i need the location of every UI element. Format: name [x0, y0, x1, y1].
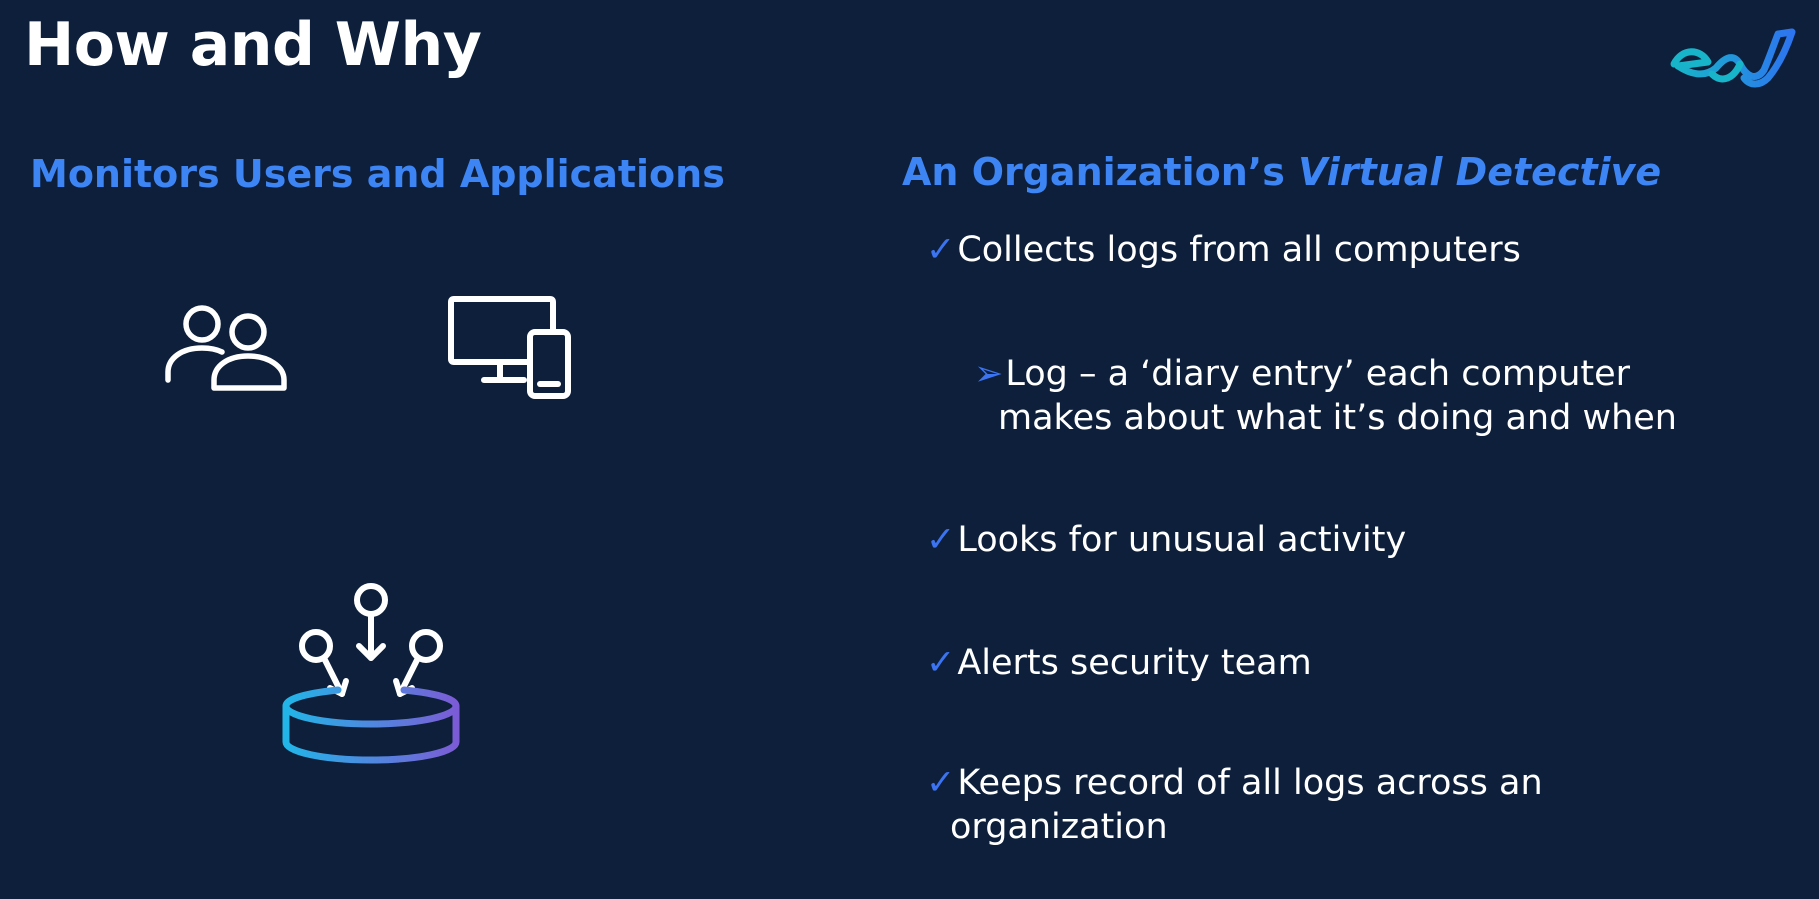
bullet-collects-logs: ✓Collects logs from all computers — [926, 228, 1521, 272]
bullet-text-continuation: makes about what it’s doing and when — [998, 398, 1677, 438]
right-heading: An Organization’s Virtual Detective — [902, 150, 1661, 194]
right-heading-prefix: An Organization’s — [902, 150, 1299, 194]
users-icon — [165, 305, 287, 391]
checkmark-icon: ✓ — [926, 763, 956, 803]
left-heading: Monitors Users and Applications — [30, 152, 725, 196]
bullet-text-continuation: organization — [950, 807, 1168, 847]
arrow-bullet-icon: ➢ — [974, 354, 1004, 394]
bullet-unusual-activity: ✓Looks for unusual activity — [926, 518, 1406, 562]
checkmark-icon: ✓ — [926, 520, 956, 560]
bullet-text: Keeps record of all logs across an — [957, 763, 1543, 803]
bullet-keeps-record: ✓Keeps record of all logs across an organ… — [926, 761, 1543, 849]
brand-logo-icon — [1670, 28, 1796, 88]
checkmark-icon: ✓ — [926, 230, 956, 270]
bullet-text: Looks for unusual activity — [957, 520, 1407, 560]
bullet-text: Alerts security team — [957, 643, 1312, 683]
bullet-text: Collects logs from all computers — [957, 230, 1521, 270]
checkmark-icon: ✓ — [926, 643, 956, 683]
data-ingest-icon — [282, 583, 460, 764]
bullet-log-definition: ➢Log – a ‘diary entry’ each computer make… — [974, 352, 1677, 440]
right-heading-emphasis: Virtual Detective — [1298, 150, 1662, 194]
devices-icon — [448, 296, 571, 399]
slide-title: How and Why — [24, 10, 482, 80]
bullet-alerts-team: ✓Alerts security team — [926, 641, 1312, 685]
bullet-text: Log – a ‘diary entry’ each computer — [1005, 354, 1631, 394]
